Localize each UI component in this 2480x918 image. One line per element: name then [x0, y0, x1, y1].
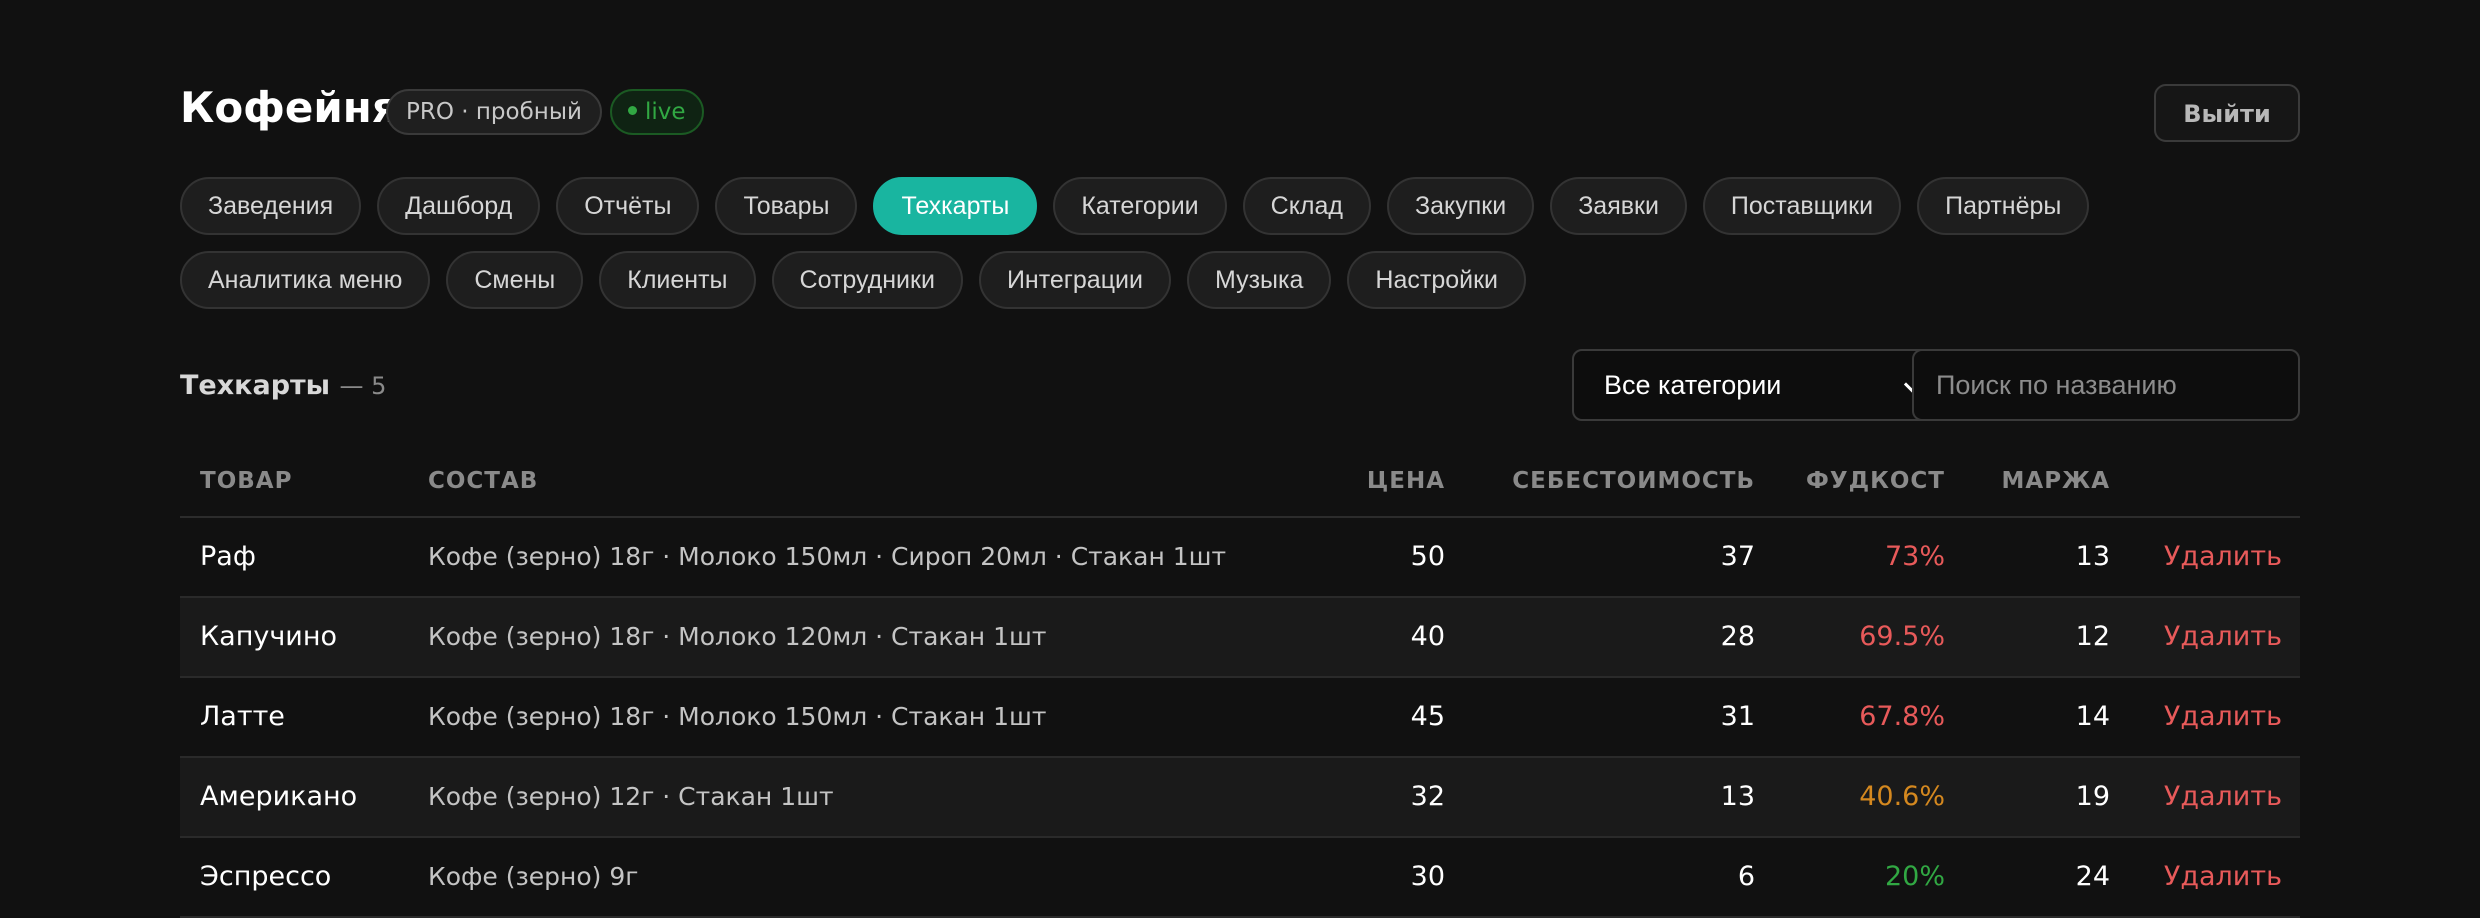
- cell-margin: 24: [2075, 861, 2110, 892]
- tab-1[interactable]: Дашборд: [377, 177, 541, 235]
- logout-button[interactable]: Выйти: [2154, 84, 2300, 142]
- table-header: ТОВАР СОСТАВ ЦЕНА СЕБЕСТОИМОСТЬ ФУДКОСТ …: [180, 450, 2300, 518]
- column-header-name: ТОВАР: [200, 468, 293, 494]
- tab-7[interactable]: Закупки: [1387, 177, 1535, 235]
- table-row: Американо Кофе (зерно) 12г · Стакан 1шт 32…: [180, 758, 2300, 838]
- cell-foodcost: 69.5%: [1859, 621, 1945, 652]
- cell-name: Американо: [200, 781, 358, 812]
- cell-cost: 31: [1720, 701, 1755, 732]
- delete-button[interactable]: Удалить: [2164, 838, 2282, 916]
- table-row: Капучино Кофе (зерно) 18г · Молоко 120мл …: [180, 598, 2300, 678]
- cell-price: 32: [1410, 781, 1445, 812]
- column-header-margin: МАРЖА: [2001, 468, 2110, 494]
- tab-17[interactable]: Настройки: [1347, 251, 1526, 309]
- cell-name: Раф: [200, 541, 256, 572]
- cell-cost: 37: [1720, 541, 1755, 572]
- tab-4[interactable]: Техкарты: [873, 177, 1038, 235]
- delete-button[interactable]: Удалить: [2164, 518, 2282, 596]
- cell-price: 45: [1410, 701, 1445, 732]
- cell-price: 50: [1410, 541, 1445, 572]
- category-select[interactable]: Все категории: [1572, 349, 1938, 421]
- delete-button[interactable]: Удалить: [2164, 758, 2282, 836]
- cell-name: Латте: [200, 701, 285, 732]
- table-body: Раф Кофе (зерно) 18г · Молоко 150мл · Сир…: [180, 518, 2300, 918]
- cell-price: 30: [1410, 861, 1445, 892]
- tab-5[interactable]: Категории: [1053, 177, 1227, 235]
- plan-badge: PRO · пробный: [386, 89, 602, 135]
- tab-10[interactable]: Партнёры: [1917, 177, 2090, 235]
- tab-15[interactable]: Интеграции: [978, 251, 1171, 309]
- column-header-composition: СОСТАВ: [428, 468, 539, 494]
- live-badge-label: live: [645, 99, 686, 125]
- tab-9[interactable]: Поставщики: [1702, 177, 1902, 235]
- cell-composition: Кофе (зерно) 18г · Молоко 150мл · Сироп …: [428, 542, 1227, 571]
- tab-14[interactable]: Сотрудники: [771, 251, 963, 309]
- tab-11[interactable]: Аналитика меню: [180, 251, 431, 309]
- tab-2[interactable]: Отчёты: [556, 177, 700, 235]
- cell-foodcost: 40.6%: [1859, 781, 1945, 812]
- cell-margin: 14: [2075, 701, 2110, 732]
- recipes-table: ТОВАР СОСТАВ ЦЕНА СЕБЕСТОИМОСТЬ ФУДКОСТ …: [180, 450, 2300, 918]
- live-badge: live: [610, 89, 704, 135]
- tab-0[interactable]: Заведения: [180, 177, 362, 235]
- cell-margin: 19: [2075, 781, 2110, 812]
- section-title-label: Техкарты: [180, 370, 331, 401]
- cell-margin: 13: [2075, 541, 2110, 572]
- header: Кофейня PRO · пробный live Выйти: [180, 82, 2300, 142]
- live-dot-icon: [628, 106, 637, 115]
- cell-composition: Кофе (зерно) 9г: [428, 862, 639, 891]
- tab-16[interactable]: Музыка: [1186, 251, 1332, 309]
- cell-foodcost: 67.8%: [1859, 701, 1945, 732]
- table-row: Раф Кофе (зерно) 18г · Молоко 150мл · Сир…: [180, 518, 2300, 598]
- cell-cost: 28: [1720, 621, 1755, 652]
- section-title: Техкарты — 5: [180, 370, 386, 401]
- cell-composition: Кофе (зерно) 18г · Молоко 150мл · Стакан…: [428, 702, 1047, 731]
- delete-button[interactable]: Удалить: [2164, 678, 2282, 756]
- tab-8[interactable]: Заявки: [1550, 177, 1687, 235]
- column-header-foodcost: ФУДКОСТ: [1806, 468, 1945, 494]
- tab-13[interactable]: Клиенты: [599, 251, 756, 309]
- nav-tabs: Заведения Дашборд Отчёты Товары Техкарты Кате…: [180, 177, 2320, 309]
- delete-button[interactable]: Удалить: [2164, 598, 2282, 676]
- cell-margin: 12: [2075, 621, 2110, 652]
- app-title: Кофейня: [180, 83, 399, 132]
- cell-cost: 6: [1737, 861, 1755, 892]
- category-select-value: Все категории: [1604, 370, 1782, 400]
- cell-name: Эспрессо: [200, 861, 332, 892]
- cell-foodcost: 20%: [1884, 861, 1945, 892]
- column-header-cost: СЕБЕСТОИМОСТЬ: [1512, 468, 1755, 494]
- cell-name: Капучино: [200, 621, 338, 652]
- table-row: Латте Кофе (зерно) 18г · Молоко 150мл · С…: [180, 678, 2300, 758]
- cell-cost: 13: [1720, 781, 1755, 812]
- cell-price: 40: [1410, 621, 1445, 652]
- tab-3[interactable]: Товары: [715, 177, 858, 235]
- section-count: — 5: [339, 372, 387, 400]
- table-row: Эспрессо Кофе (зерно) 9г 30 6 20% 24 Удалить: [180, 838, 2300, 918]
- cell-composition: Кофе (зерно) 12г · Стакан 1шт: [428, 782, 834, 811]
- cell-composition: Кофе (зерно) 18г · Молоко 120мл · Стакан…: [428, 622, 1047, 651]
- tab-6[interactable]: Склад: [1242, 177, 1372, 235]
- tab-12[interactable]: Смены: [446, 251, 584, 309]
- search-input[interactable]: [1912, 349, 2300, 421]
- cell-foodcost: 73%: [1884, 541, 1945, 572]
- column-header-price: ЦЕНА: [1366, 468, 1445, 494]
